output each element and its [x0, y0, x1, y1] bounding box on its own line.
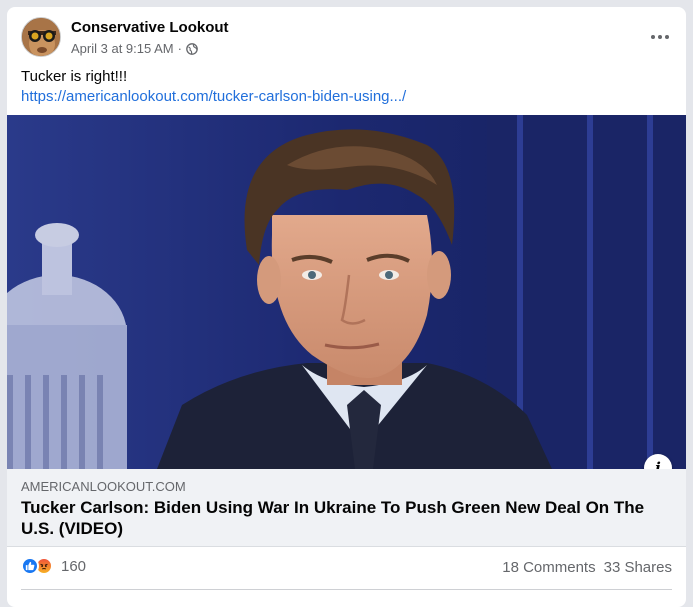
reaction-count: 160 — [61, 557, 87, 575]
link-title: Tucker Carlson: Biden Using War In Ukrai… — [21, 498, 645, 538]
post-timestamp[interactable]: April 3 at 9:15 AM — [71, 41, 174, 56]
more-horizontal-icon — [651, 35, 669, 39]
meta-separator: · — [177, 41, 182, 56]
post-stats: 160 18 Comments 33 Shares — [21, 553, 672, 583]
post-meta: April 3 at 9:15 AM · — [71, 41, 198, 56]
link-domain: AMERICANLOOKOUT.COM — [21, 479, 186, 494]
like-reaction-icon — [21, 557, 39, 575]
page-name[interactable]: Conservative Lookout — [71, 19, 229, 36]
post-link[interactable]: https://americanlookout.com/tucker-carls… — [21, 87, 406, 107]
engagement-stats: 18 Comments 33 Shares — [502, 559, 672, 576]
page-avatar[interactable] — [21, 17, 61, 57]
reactions-summary[interactable]: 160 — [21, 557, 86, 575]
shares-count[interactable]: 33 Shares — [604, 559, 672, 576]
link-preview-box[interactable]: AMERICANLOOKOUT.COM Tucker Carlson: Bide… — [7, 469, 686, 547]
post-text: Tucker is right!!! — [21, 68, 128, 85]
comments-count[interactable]: 18 Comments — [502, 559, 595, 576]
link-preview-image[interactable] — [7, 115, 686, 469]
stats-divider — [21, 589, 672, 590]
post-card: Conservative Lookout April 3 at 9:15 AM … — [7, 7, 686, 607]
post-header: Conservative Lookout April 3 at 9:15 AM … — [21, 17, 672, 61]
more-options-button[interactable] — [644, 21, 676, 53]
globe-icon[interactable] — [186, 42, 198, 55]
